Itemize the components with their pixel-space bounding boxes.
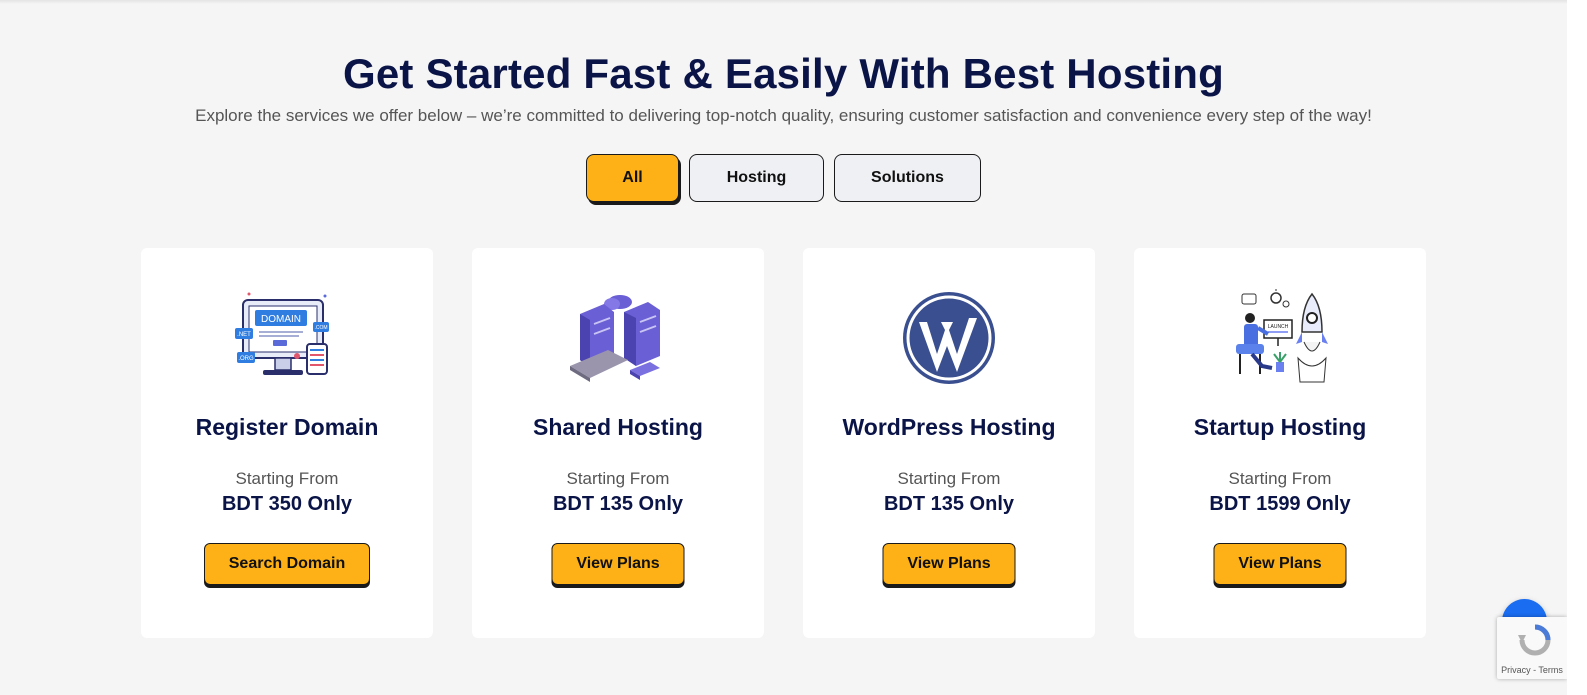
recaptcha-badge[interactable]: Privacy - Terms xyxy=(1497,617,1567,679)
svg-text:.ORG: .ORG xyxy=(238,356,254,362)
price-label: BDT 135 Only xyxy=(883,493,1015,515)
svg-text:.NET: .NET xyxy=(237,332,251,338)
tab-hosting[interactable]: Hosting xyxy=(689,154,824,202)
card-title: WordPress Hosting xyxy=(842,414,1056,440)
svg-text:.COM: .COM xyxy=(314,325,327,331)
price-label: BDT 1599 Only xyxy=(1209,493,1351,515)
svg-text:DOMAIN: DOMAIN xyxy=(261,314,301,325)
startup-rocket-illustration-icon: LAUNCH xyxy=(1236,289,1328,383)
svg-text:LAUNCH: LAUNCH xyxy=(1268,324,1289,330)
recaptcha-links[interactable]: Privacy - Terms xyxy=(1497,665,1567,675)
card-title: Shared Hosting xyxy=(533,414,703,440)
search-domain-button[interactable]: Search Domain xyxy=(204,543,370,585)
card-title: Startup Hosting xyxy=(1193,414,1367,440)
domain-illustration-icon: DOMAIN .NET .ORG .COM xyxy=(235,292,329,375)
starting-from-label: Starting From xyxy=(1228,469,1332,488)
starting-from-label: Starting From xyxy=(566,469,670,488)
starting-from-label: Starting From xyxy=(897,469,1001,488)
view-plans-button[interactable]: View Plans xyxy=(551,543,685,585)
price-label: BDT 350 Only xyxy=(221,493,353,515)
wordpress-logo-icon xyxy=(903,292,995,384)
service-card-shared-hosting: Shared Hosting Starting From BDT 135 Onl… xyxy=(472,248,764,638)
starting-from-label: Starting From xyxy=(235,469,339,488)
filter-tabs: All Hosting Solutions xyxy=(0,154,1567,202)
section-title: Get Started Fast & Easily With Best Host… xyxy=(342,50,1225,97)
top-shadow xyxy=(0,0,1587,4)
service-card-startup-hosting: LAUNCH Startup Hosting Starting From BDT… xyxy=(1134,248,1426,638)
server-illustration-icon xyxy=(570,295,660,382)
view-plans-button[interactable]: View Plans xyxy=(1213,543,1347,585)
price-label: BDT 135 Only xyxy=(552,493,684,515)
section-subtitle: Explore the services we offer below – we… xyxy=(195,106,1372,125)
card-title: Register Domain xyxy=(195,414,379,440)
service-card-wordpress-hosting: WordPress Hosting Starting From BDT 135 … xyxy=(803,248,1095,638)
recaptcha-icon xyxy=(1518,624,1551,656)
service-card-register-domain: DOMAIN .NET .ORG .COM Register Domain St… xyxy=(141,248,433,638)
page-right-edge xyxy=(1567,0,1587,695)
tab-all[interactable]: All xyxy=(586,154,679,202)
view-plans-button[interactable]: View Plans xyxy=(882,543,1016,585)
tab-solutions[interactable]: Solutions xyxy=(834,154,981,202)
